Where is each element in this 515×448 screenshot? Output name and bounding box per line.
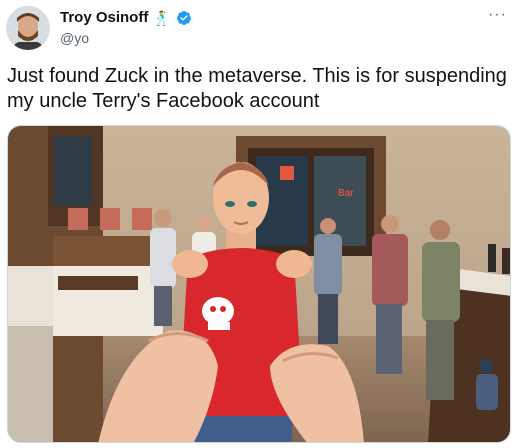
author-name-row: Troy Osinoff 🕺 [60,9,192,26]
metaverse-scene-image: Bar [8,126,510,442]
author-name[interactable]: Troy Osinoff [60,9,148,26]
author-avatar[interactable] [6,6,50,50]
bar-sign: Bar [338,188,354,199]
avatar-image [6,6,50,50]
more-options-icon[interactable]: ··· [488,6,507,24]
author-handle[interactable]: @yo [60,30,89,46]
tweet-media[interactable]: Bar [7,125,511,443]
tweet-text: Just found Zuck in the metaverse. This i… [7,65,507,112]
dancer-emoji-icon: 🕺 [153,9,171,26]
verified-badge-icon [176,10,191,25]
